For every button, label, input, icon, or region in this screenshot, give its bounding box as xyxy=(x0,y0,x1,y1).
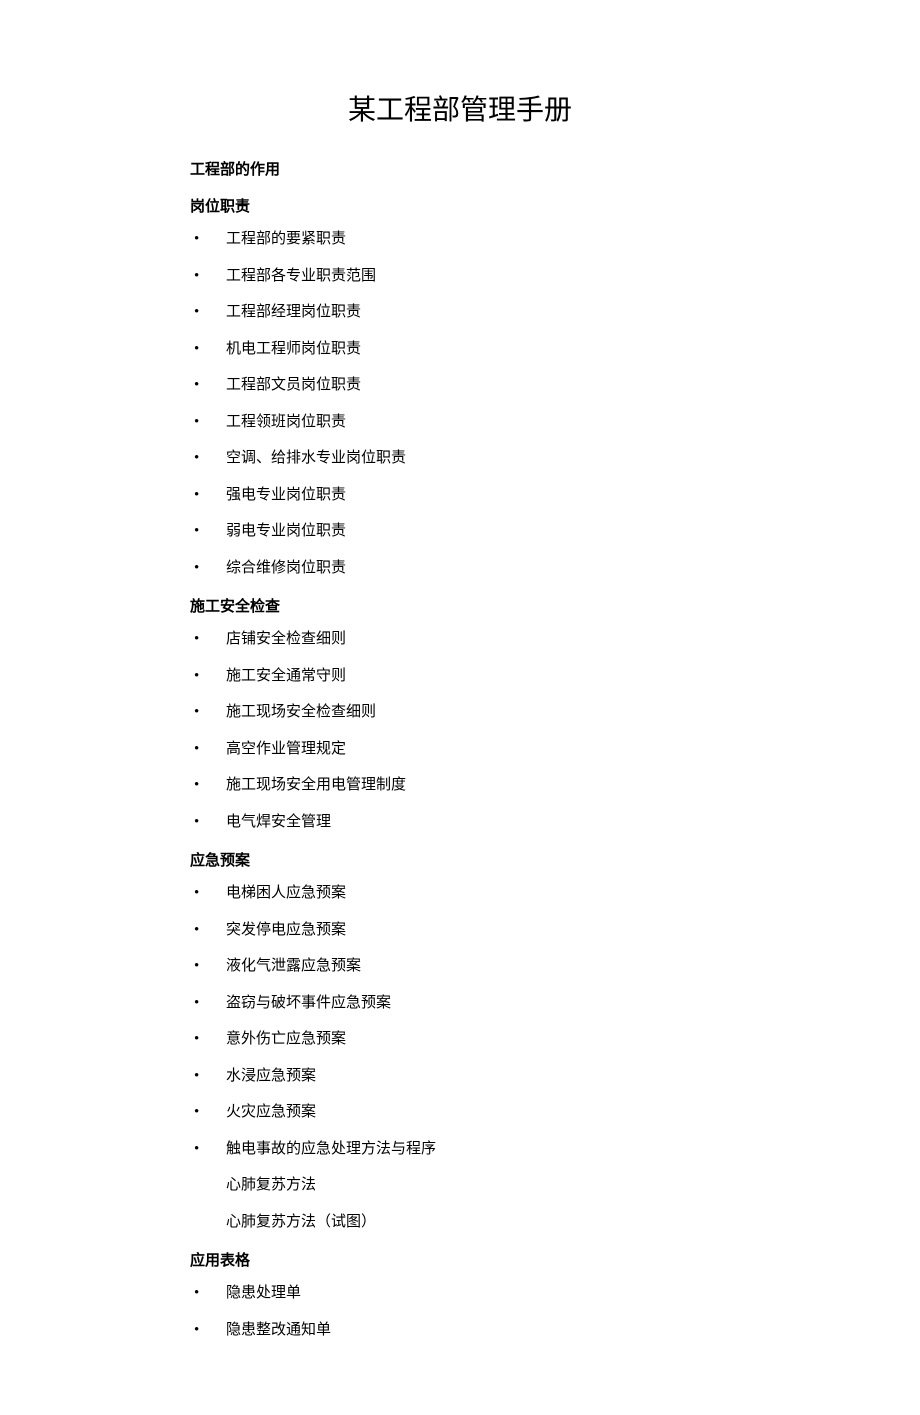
list-item: 工程部文员岗位职责 xyxy=(190,374,730,397)
list-item: 施工安全通常守则 xyxy=(190,665,730,688)
list-item: 机电工程师岗位职责 xyxy=(190,338,730,361)
list-item: 工程部经理岗位职责 xyxy=(190,301,730,324)
list-item: 空调、给排水专业岗位职责 xyxy=(190,447,730,470)
section-list: 隐患处理单隐患整改通知单 xyxy=(190,1282,730,1341)
list-item: 意外伤亡应急预案 xyxy=(190,1028,730,1051)
content-container: 工程部的作用岗位职责工程部的要紧职责工程部各专业职责范围工程部经理岗位职责机电工… xyxy=(190,158,730,1341)
list-item: 隐患处理单 xyxy=(190,1282,730,1305)
list-item: 火灾应急预案 xyxy=(190,1101,730,1124)
list-item: 工程领班岗位职责 xyxy=(190,411,730,434)
list-item: 店铺安全检查细则 xyxy=(190,628,730,651)
list-item: 盗窃与破坏事件应急预案 xyxy=(190,992,730,1015)
section-heading: 岗位职责 xyxy=(190,195,730,216)
list-item: 工程部各专业职责范围 xyxy=(190,265,730,288)
section-heading: 工程部的作用 xyxy=(190,158,730,179)
section-heading: 施工安全检查 xyxy=(190,595,730,616)
list-item: 综合维修岗位职责 xyxy=(190,557,730,580)
list-item: 电梯困人应急预案 xyxy=(190,882,730,905)
section-list: 工程部的要紧职责工程部各专业职责范围工程部经理岗位职责机电工程师岗位职责工程部文… xyxy=(190,228,730,579)
list-item: 突发停电应急预案 xyxy=(190,919,730,942)
list-item: 强电专业岗位职责 xyxy=(190,484,730,507)
list-item: 液化气泄露应急预案 xyxy=(190,955,730,978)
list-item: 电气焊安全管理 xyxy=(190,811,730,834)
list-item: 施工现场安全用电管理制度 xyxy=(190,774,730,797)
list-item: 触电事故的应急处理方法与程序 xyxy=(190,1138,730,1161)
list-item: 工程部的要紧职责 xyxy=(190,228,730,251)
list-item: 隐患整改通知单 xyxy=(190,1319,730,1342)
list-item: 高空作业管理规定 xyxy=(190,738,730,761)
list-item: 弱电专业岗位职责 xyxy=(190,520,730,543)
section-heading: 应急预案 xyxy=(190,849,730,870)
section-heading: 应用表格 xyxy=(190,1249,730,1270)
section-list: 店铺安全检查细则施工安全通常守则施工现场安全检查细则高空作业管理规定施工现场安全… xyxy=(190,628,730,833)
list-item: 施工现场安全检查细则 xyxy=(190,701,730,724)
list-item: 心肺复苏方法（试图） xyxy=(190,1211,730,1234)
list-item: 水浸应急预案 xyxy=(190,1065,730,1088)
list-item: 心肺复苏方法 xyxy=(190,1174,730,1197)
section-list: 电梯困人应急预案突发停电应急预案液化气泄露应急预案盗窃与破坏事件应急预案意外伤亡… xyxy=(190,882,730,1233)
page-title: 某工程部管理手册 xyxy=(190,88,730,128)
